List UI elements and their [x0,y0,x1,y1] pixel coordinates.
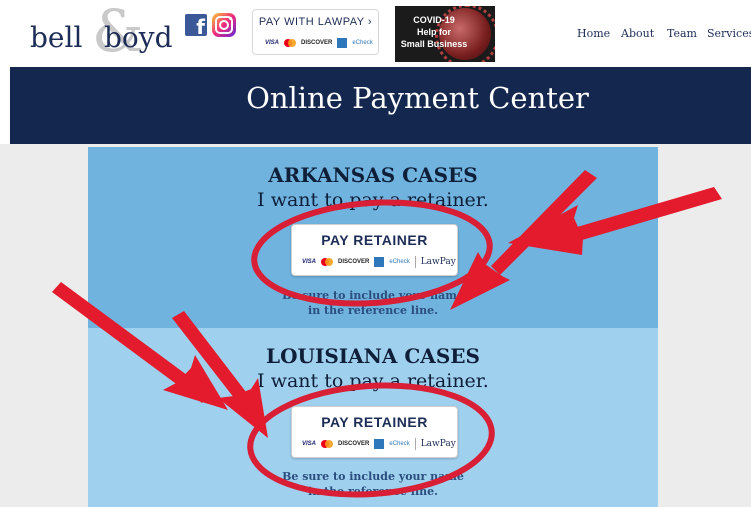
visa-icon: VISA [302,259,317,265]
section-heading: ARKANSAS CASES [268,163,478,187]
section-heading: LOUISIANA CASES [266,344,480,368]
pay-with-lawpay-button[interactable]: PAY WITH LAWPAY › VISA DISCOVER eCheck [252,9,379,55]
payment-logos: VISA DISCOVER eCheck LawPay [302,438,456,450]
pay-retainer-label: PAY RETAINER [321,414,428,430]
louisiana-section: LOUISIANA CASES I want to pay a retainer… [88,328,658,507]
nav-about[interactable]: About [621,27,654,40]
logo-word-bell: bell [30,21,83,54]
echeck-icon: eCheck [352,40,373,46]
divider [414,438,416,450]
pay-retainer-button-louisiana[interactable]: PAY RETAINER VISA DISCOVER eCheck LawPay [291,406,458,458]
covid-line-1: COVID-19 [413,15,455,25]
arkansas-section: ARKANSAS CASES I want to pay a retainer.… [88,147,658,328]
amex-icon [337,38,348,48]
visa-icon: VISA [302,441,317,447]
note-line-2: in the reference line. [308,485,438,498]
amex-icon [374,439,385,449]
nav-home[interactable]: Home [577,27,610,40]
covid-line-3: Small Business [400,39,468,49]
echeck-icon: eCheck [389,259,410,265]
covid-19-help-badge[interactable]: COVID-19 Help for Small Business [395,6,495,62]
discover-icon: DISCOVER [338,441,370,447]
note-line-2: in the reference line. [308,304,438,317]
discover-icon: DISCOVER [338,259,370,265]
logo-word-boyd: boyd [104,21,173,54]
site-header: & bell boyd f PAY WITH LAWPAY › VISA DIS… [0,0,751,67]
section-subheading: I want to pay a retainer. [257,189,489,211]
page-title: Online Payment Center [246,81,589,115]
reference-note: Be sure to include your name in the refe… [88,288,658,318]
instagram-icon[interactable] [212,13,236,37]
nav-team[interactable]: Team [667,27,697,40]
divider [414,256,416,268]
mastercard-icon [321,258,334,266]
facebook-icon[interactable]: f [185,14,207,36]
bell-boyd-logo[interactable]: & bell boyd [30,2,173,62]
mastercard-icon [321,440,334,448]
pay-retainer-button-arkansas[interactable]: PAY RETAINER VISA DISCOVER eCheck LawPay [291,224,458,276]
visa-icon: VISA [265,40,280,46]
amex-icon [374,257,385,267]
payment-logos: VISA DISCOVER eCheck LawPay [302,256,456,268]
covid-line-2: Help for [416,27,451,37]
section-subheading: I want to pay a retainer. [257,370,489,392]
lawpay-logo: LawPay [420,439,456,449]
mastercard-icon [284,39,297,47]
covid-badge-text: COVID-19 Help for Small Business [399,14,469,50]
note-line-1: Be sure to include your name [282,470,464,483]
discover-icon: DISCOVER [301,40,333,46]
nav-services[interactable]: Services [707,27,751,40]
pay-retainer-label: PAY RETAINER [321,232,428,248]
reference-note: Be sure to include your name in the refe… [88,469,658,499]
lawpay-logo: LawPay [420,257,456,267]
echeck-icon: eCheck [389,441,410,447]
page-banner: Online Payment Center [10,67,751,144]
lawpay-card-logos: VISA DISCOVER eCheck [265,38,373,48]
note-line-1: Be sure to include your name [282,289,464,302]
lawpay-button-label: PAY WITH LAWPAY › [258,16,373,28]
